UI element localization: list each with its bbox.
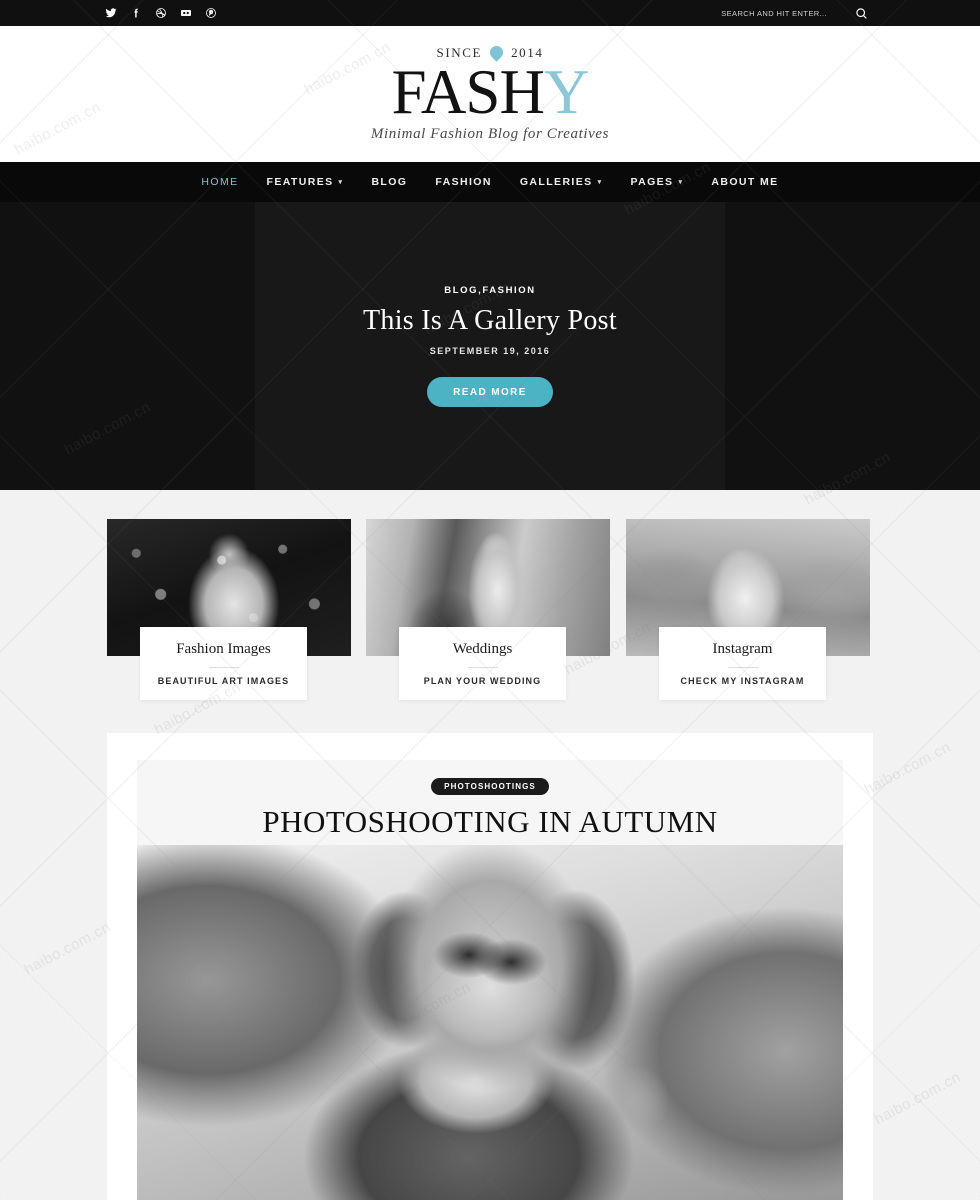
card-subtitle: CHECK MY INSTAGRAM xyxy=(680,676,805,686)
featured-post-image[interactable] xyxy=(137,845,843,1200)
social-links xyxy=(104,7,217,20)
card-title: Fashion Images xyxy=(176,641,271,657)
watermark-text: haibo.com.cn xyxy=(871,1068,964,1129)
nav-label: ABOUT ME xyxy=(711,176,779,188)
search-button[interactable] xyxy=(855,7,868,20)
main-navigation: HOME FEATURES ▾ BLOG FASHION GALLERIES ▾… xyxy=(0,162,980,202)
nav-item-about-me[interactable]: ABOUT ME xyxy=(697,176,792,188)
nav-item-home[interactable]: HOME xyxy=(187,176,252,188)
watermark-text: haibo.com.cn xyxy=(861,738,954,799)
brand-text-dark: FASH xyxy=(391,56,545,127)
card-divider xyxy=(467,667,498,668)
chevron-down-icon: ▾ xyxy=(597,178,603,186)
dribbble-icon[interactable] xyxy=(154,7,167,20)
nav-list: HOME FEATURES ▾ BLOG FASHION GALLERIES ▾… xyxy=(187,176,792,188)
card-caption: Weddings PLAN YOUR WEDDING xyxy=(399,627,566,700)
flickr-icon[interactable] xyxy=(179,7,192,20)
page-root: SINCE 2014 FASHY Minimal Fashion Blog fo… xyxy=(0,0,980,1200)
card-divider xyxy=(727,667,758,668)
category-card-fashion-images[interactable]: Fashion Images BEAUTIFUL ART IMAGES xyxy=(107,519,351,700)
card-caption: Fashion Images BEAUTIFUL ART IMAGES xyxy=(140,627,307,700)
card-subtitle: BEAUTIFUL ART IMAGES xyxy=(157,676,290,686)
featured-post-header: PHOTOSHOOTINGS PHOTOSHOOTING IN AUTUMN xyxy=(137,760,843,845)
brand-text-accent: Y xyxy=(543,56,589,127)
read-more-button[interactable]: READ MORE xyxy=(427,377,553,407)
hero-slider: BLOG,FASHION This Is A Gallery Post SEPT… xyxy=(0,202,980,490)
chevron-down-icon: ▾ xyxy=(678,178,684,186)
twitter-icon[interactable] xyxy=(104,7,117,20)
brand-logo[interactable]: FASHY xyxy=(392,60,590,123)
nav-label: GALLERIES xyxy=(519,176,593,188)
category-cards: Fashion Images BEAUTIFUL ART IMAGES Wedd… xyxy=(0,490,980,733)
nav-item-fashion[interactable]: FASHION xyxy=(421,176,505,188)
card-subtitle: PLAN YOUR WEDDING xyxy=(423,676,542,686)
hero-content: BLOG,FASHION This Is A Gallery Post SEPT… xyxy=(0,202,980,490)
hero-category[interactable]: BLOG,FASHION xyxy=(444,285,536,296)
nav-item-pages[interactable]: PAGES ▾ xyxy=(616,176,697,188)
category-card-instagram[interactable]: Instagram CHECK MY INSTAGRAM xyxy=(626,519,870,700)
hero-title[interactable]: This Is A Gallery Post xyxy=(363,305,617,337)
card-title: Weddings xyxy=(452,641,513,657)
featured-post: PHOTOSHOOTINGS PHOTOSHOOTING IN AUTUMN xyxy=(107,733,873,1200)
post-category-badge[interactable]: PHOTOSHOOTINGS xyxy=(431,778,549,795)
pinterest-icon[interactable] xyxy=(204,7,217,20)
search-icon xyxy=(856,7,867,19)
facebook-icon[interactable] xyxy=(129,7,142,20)
nav-item-blog[interactable]: BLOG xyxy=(357,176,421,188)
nav-label: BLOG xyxy=(371,176,408,188)
search-area xyxy=(707,7,868,20)
topbar xyxy=(0,0,980,26)
search-input[interactable] xyxy=(707,8,827,18)
nav-label: HOME xyxy=(201,176,239,188)
logo-header: SINCE 2014 FASHY Minimal Fashion Blog fo… xyxy=(0,26,980,162)
nav-item-galleries[interactable]: GALLERIES ▾ xyxy=(506,176,617,188)
card-caption: Instagram CHECK MY INSTAGRAM xyxy=(659,627,826,700)
card-title: Instagram xyxy=(712,641,773,657)
nav-item-features[interactable]: FEATURES ▾ xyxy=(253,176,358,188)
nav-label: FEATURES xyxy=(266,176,334,188)
category-card-weddings[interactable]: Weddings PLAN YOUR WEDDING xyxy=(366,519,610,700)
card-divider xyxy=(208,667,239,668)
watermark-text: haibo.com.cn xyxy=(21,918,114,979)
nav-label: PAGES xyxy=(630,176,674,188)
brand-tagline: Minimal Fashion Blog for Creatives xyxy=(370,126,610,143)
featured-post-title[interactable]: PHOTOSHOOTING IN AUTUMN xyxy=(262,804,717,840)
nav-label: FASHION xyxy=(435,176,492,188)
chevron-down-icon: ▾ xyxy=(338,178,344,186)
hero-date: SEPTEMBER 19, 2016 xyxy=(429,346,551,356)
